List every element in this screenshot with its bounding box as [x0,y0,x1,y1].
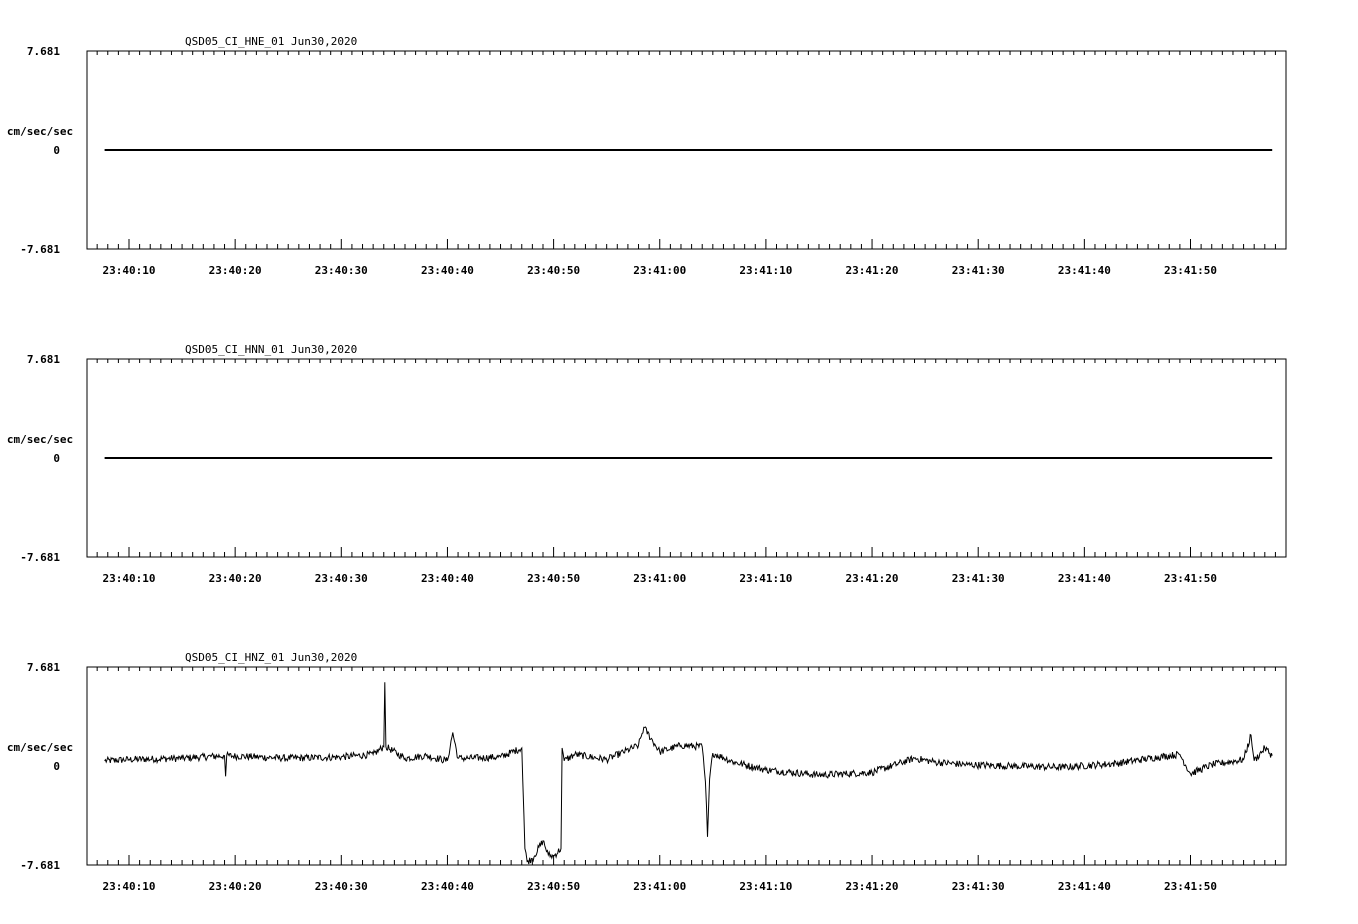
y-tick-label: 0 [53,144,60,157]
y-tick-label: 7.681 [27,661,60,674]
x-tick-label: 23:41:10 [739,264,792,277]
x-tick-label: 23:40:30 [315,880,368,893]
x-tick-label: 23:40:50 [527,880,580,893]
y-tick-label: -7.681 [20,551,60,564]
x-tick-label: 23:41:10 [739,880,792,893]
x-tick-label: 23:41:20 [846,880,899,893]
y-axis-label: cm/sec/sec [7,741,73,754]
y-tick-label: -7.681 [20,243,60,256]
panel-title: QSD05_CI_HNZ_01 Jun30,2020 [185,651,357,664]
x-tick-label: 23:40:30 [315,572,368,585]
y-tick-label: 0 [53,452,60,465]
x-tick-label: 23:40:40 [421,880,474,893]
x-tick-label: 23:41:50 [1164,572,1217,585]
panel-title: QSD05_CI_HNN_01 Jun30,2020 [185,343,357,356]
x-tick-label: 23:41:50 [1164,880,1217,893]
x-tick-label: 23:41:00 [633,264,686,277]
y-tick-label: 0 [53,760,60,773]
x-tick-label: 23:41:20 [846,264,899,277]
x-tick-label: 23:40:40 [421,264,474,277]
x-tick-label: 23:40:50 [527,264,580,277]
x-tick-label: 23:41:30 [952,264,1005,277]
x-tick-label: 23:40:20 [209,572,262,585]
x-tick-label: 23:40:20 [209,264,262,277]
x-tick-label: 23:41:40 [1058,880,1111,893]
y-tick-label: 7.681 [27,353,60,366]
seismogram-figure: QSD05_CI_HNE_01 Jun30,2020 7.681 0 -7.681 cm… [7,35,1287,893]
y-tick-label: 7.681 [27,45,60,58]
x-tick-label: 23:40:50 [527,572,580,585]
x-tick-label: 23:41:00 [633,880,686,893]
x-tick-label: 23:41:30 [952,880,1005,893]
x-tick-label: 23:41:30 [952,572,1005,585]
y-axis-label: cm/sec/sec [7,433,73,446]
x-tick-label: 23:40:10 [103,572,156,585]
x-tick-label: 23:40:10 [103,880,156,893]
x-tick-label: 23:40:40 [421,572,474,585]
y-axis-label: cm/sec/sec [7,125,73,138]
seismogram-panel-3: QSD05_CI_HNZ_01 Jun30,2020 7.681 0 -7.681 cm… [7,651,1287,893]
x-tick-label: 23:40:30 [315,264,368,277]
x-tick-label: 23:41:10 [739,572,792,585]
x-tick-label: 23:40:20 [209,880,262,893]
x-tick-label: 23:40:10 [103,264,156,277]
x-tick-label: 23:41:00 [633,572,686,585]
seismogram-panel-2: QSD05_CI_HNN_01 Jun30,2020 7.681 0 -7.681 cm… [7,343,1287,585]
waveform-trace [104,682,1273,865]
x-tick-label: 23:41:40 [1058,264,1111,277]
seismogram-panel-1: QSD05_CI_HNE_01 Jun30,2020 7.681 0 -7.681 cm… [7,35,1287,277]
y-tick-label: -7.681 [20,859,60,872]
x-tick-label: 23:41:50 [1164,264,1217,277]
panel-title: QSD05_CI_HNE_01 Jun30,2020 [185,35,357,48]
x-tick-label: 23:41:20 [846,572,899,585]
x-tick-label: 23:41:40 [1058,572,1111,585]
